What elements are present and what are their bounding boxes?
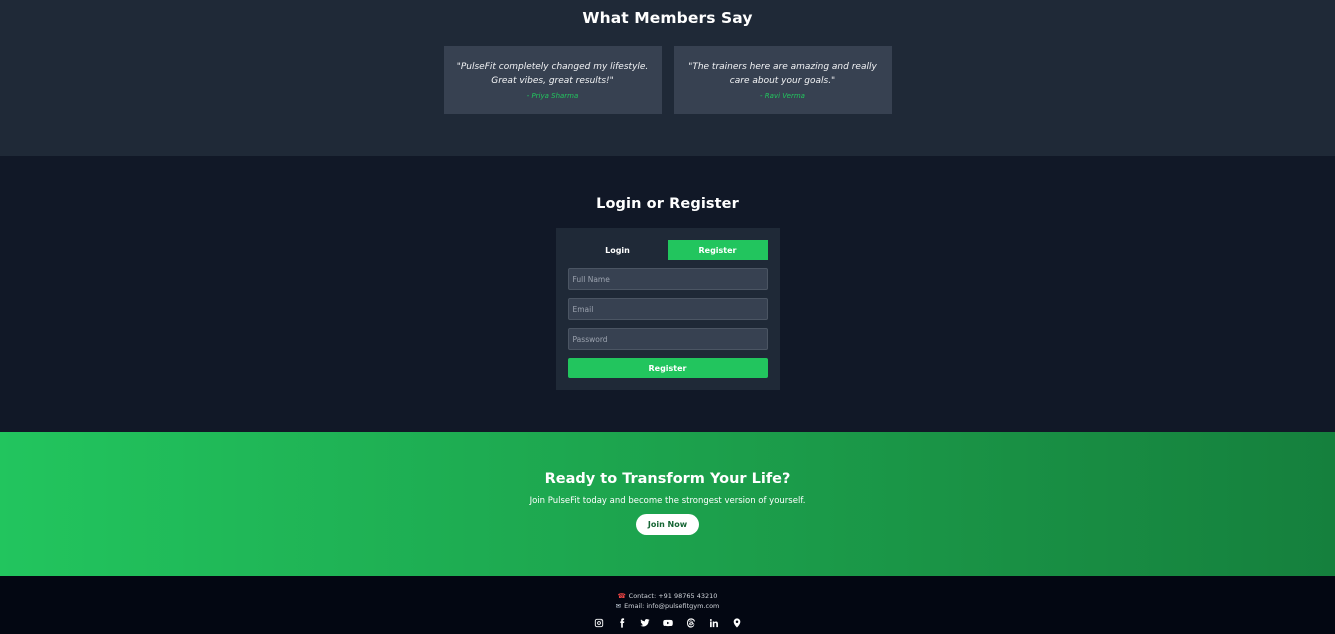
threads-icon[interactable] [684,616,697,629]
contact-email-text: Email: info@pulsefitgym.com [624,601,720,610]
auth-form: Login Register Register [555,228,780,390]
testimonials-title: What Members Say [582,9,753,27]
testimonial-cards: "PulseFit completely changed my lifestyl… [0,46,1335,114]
social-links [0,616,1335,629]
footer: ☎ Contact: +91 98765 43210 ✉ Email: info@p… [0,576,1335,634]
testimonial-card: "The trainers here are amazing and reall… [673,46,892,114]
location-icon[interactable] [730,616,743,629]
contact-phone-text: Contact: +91 98765 43210 [628,592,718,600]
testimonial-quote: "The trainers here are amazing and reall… [688,62,877,86]
cta-title: Ready to Transform Your Life? [544,471,791,487]
linkedin-icon[interactable] [707,616,720,629]
tab-register[interactable]: Register [667,240,768,260]
youtube-icon[interactable] [661,616,674,629]
auth-tabs: Login Register [568,240,768,260]
contact-phone: ☎ Contact: +91 98765 43210 [0,592,1335,602]
password-input[interactable] [567,328,768,350]
cta-section: Ready to Transform Your Life? Join Pulse… [0,432,1335,576]
full-name-input[interactable] [567,268,768,290]
testimonial-author: - Ravi Verma [760,92,805,100]
testimonial-quote: "PulseFit completely changed my lifestyl… [456,62,649,86]
contact-email: ✉ Email: info@pulsefitgym.com [0,602,1335,612]
testimonials-section: What Members Say "PulseFit completely ch… [0,0,1335,156]
instagram-icon[interactable] [592,616,605,629]
tab-login[interactable]: Login [568,240,668,260]
mail-icon: ✉ [615,601,622,610]
twitter-icon[interactable] [638,616,651,629]
email-input[interactable] [567,298,768,320]
phone-icon: ☎ [617,592,626,600]
testimonial-card: "PulseFit completely changed my lifestyl… [443,46,662,114]
auth-section: Login or Register Login Register Registe… [0,156,1335,432]
join-now-button[interactable]: Join Now [636,514,699,535]
facebook-icon[interactable] [615,616,628,629]
testimonial-author: - Priya Sharma [526,92,579,100]
cta-text: Join PulseFit today and become the stron… [529,496,806,506]
auth-title: Login or Register [596,196,739,212]
register-button[interactable]: Register [567,358,768,378]
